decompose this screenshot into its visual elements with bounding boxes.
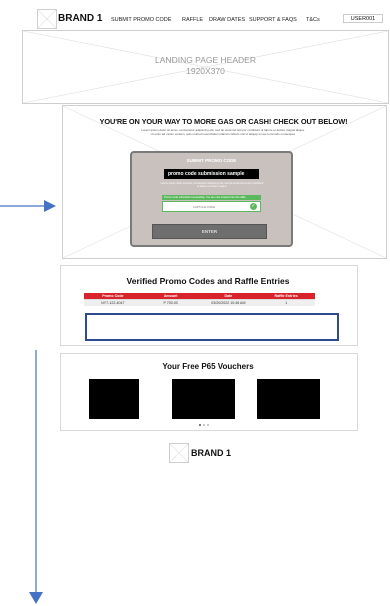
user-account-label: USER001 <box>350 16 376 22</box>
carousel-dot[interactable] <box>207 424 209 426</box>
promo-helper-text: Lorem ipsum dolor sit amet, consectetur … <box>160 182 264 189</box>
table-row: NY7-122-4047 P 700.00 03/20/2022 10:46 A… <box>84 299 315 306</box>
nav-support-faqs[interactable]: SUPPORT & FAQS <box>249 17 297 23</box>
cell-date: 03/20/2022 10:46 AM <box>199 299 258 306</box>
success-message-text: Promo code submitted successfully. You a… <box>164 195 247 199</box>
submit-promo-panel-title: SUBMIT PROMO CODE <box>186 158 237 163</box>
header-brand-label[interactable]: BRAND 1 <box>58 13 102 24</box>
voucher-image-3[interactable] <box>257 379 320 419</box>
nav-draw-dates[interactable]: DRAW DATES <box>209 17 245 23</box>
header-logo-placeholder[interactable] <box>37 9 57 29</box>
captcha-label: CAPTCHA CODE <box>193 205 216 209</box>
cell-promo-code: NY7-122-4047 <box>84 299 142 306</box>
footer-logo-placeholder[interactable] <box>169 443 189 463</box>
carousel-dot[interactable] <box>203 424 205 426</box>
success-message-bar: Promo code submitted successfully. You a… <box>162 195 261 200</box>
cell-amount: P 700.00 <box>141 299 200 306</box>
verified-codes-title: Verified Promo Codes and Raffle Entries <box>126 276 290 286</box>
enter-button-label: ENTER <box>201 229 218 234</box>
hero-banner-placeholder: LANDING PAGE HEADER 1920X370 <box>22 30 389 104</box>
promo-code-input-value: promo code submission sample <box>168 171 245 177</box>
highlight-box <box>85 313 339 341</box>
nav-raffle[interactable]: RAFFLE <box>182 17 203 23</box>
promo-headline: YOU'RE ON YOUR WAY TO MORE GAS OR CASH! … <box>99 117 348 126</box>
footer-brand-label[interactable]: BRAND 1 <box>191 448 231 458</box>
voucher-image-1[interactable] <box>89 379 139 419</box>
promo-subtext-line2: Ut enim ad minim veniam, quis nostrud ex… <box>150 132 296 136</box>
promo-code-input[interactable]: promo code submission sample <box>164 169 259 179</box>
enter-button[interactable]: ENTER <box>152 224 267 239</box>
nav-terms[interactable]: T&Cs <box>306 17 320 23</box>
hero-title: LANDING PAGE HEADER <box>155 55 256 65</box>
submit-promo-panel: SUBMIT PROMO CODE promo code submission … <box>130 151 293 247</box>
verified-codes-table: Promo Code Amount Date Raffle Entries NY… <box>84 293 315 306</box>
captcha-check-icon: ✓ <box>250 203 257 210</box>
nav-submit-promo-code[interactable]: SUBMIT PROMO CODE <box>111 17 171 23</box>
voucher-image-2[interactable] <box>172 379 235 419</box>
user-account-button[interactable]: USER001 <box>343 14 383 23</box>
captcha-box[interactable]: CAPTCHA CODE ✓ <box>162 201 261 212</box>
carousel-dot-active[interactable] <box>199 424 201 426</box>
cell-raffle-entries: 1 <box>257 299 315 306</box>
vouchers-title: Your Free P65 Vouchers <box>162 362 254 371</box>
annotation-arrow-down-icon <box>29 350 43 604</box>
hero-size-label: 1920X370 <box>186 66 225 76</box>
annotation-arrow-right-icon <box>0 200 56 212</box>
